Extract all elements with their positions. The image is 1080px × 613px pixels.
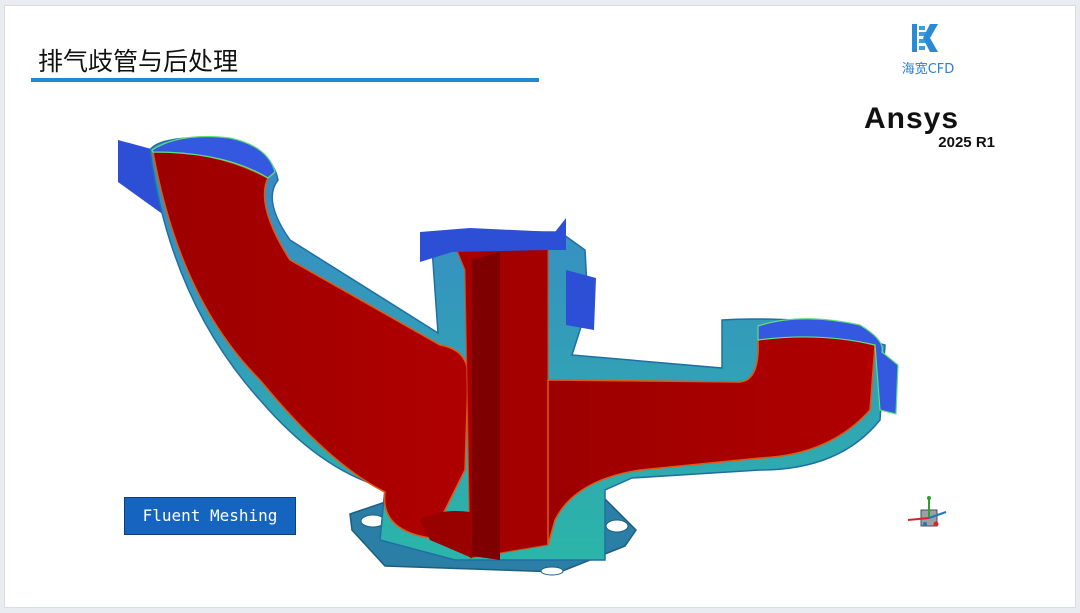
left-branch-core [152, 151, 469, 539]
fluent-meshing-label: Fluent Meshing [124, 497, 296, 535]
center-side-plane [566, 270, 596, 330]
central-cut-shadow [472, 252, 500, 560]
axis-triad-icon[interactable] [902, 494, 952, 538]
